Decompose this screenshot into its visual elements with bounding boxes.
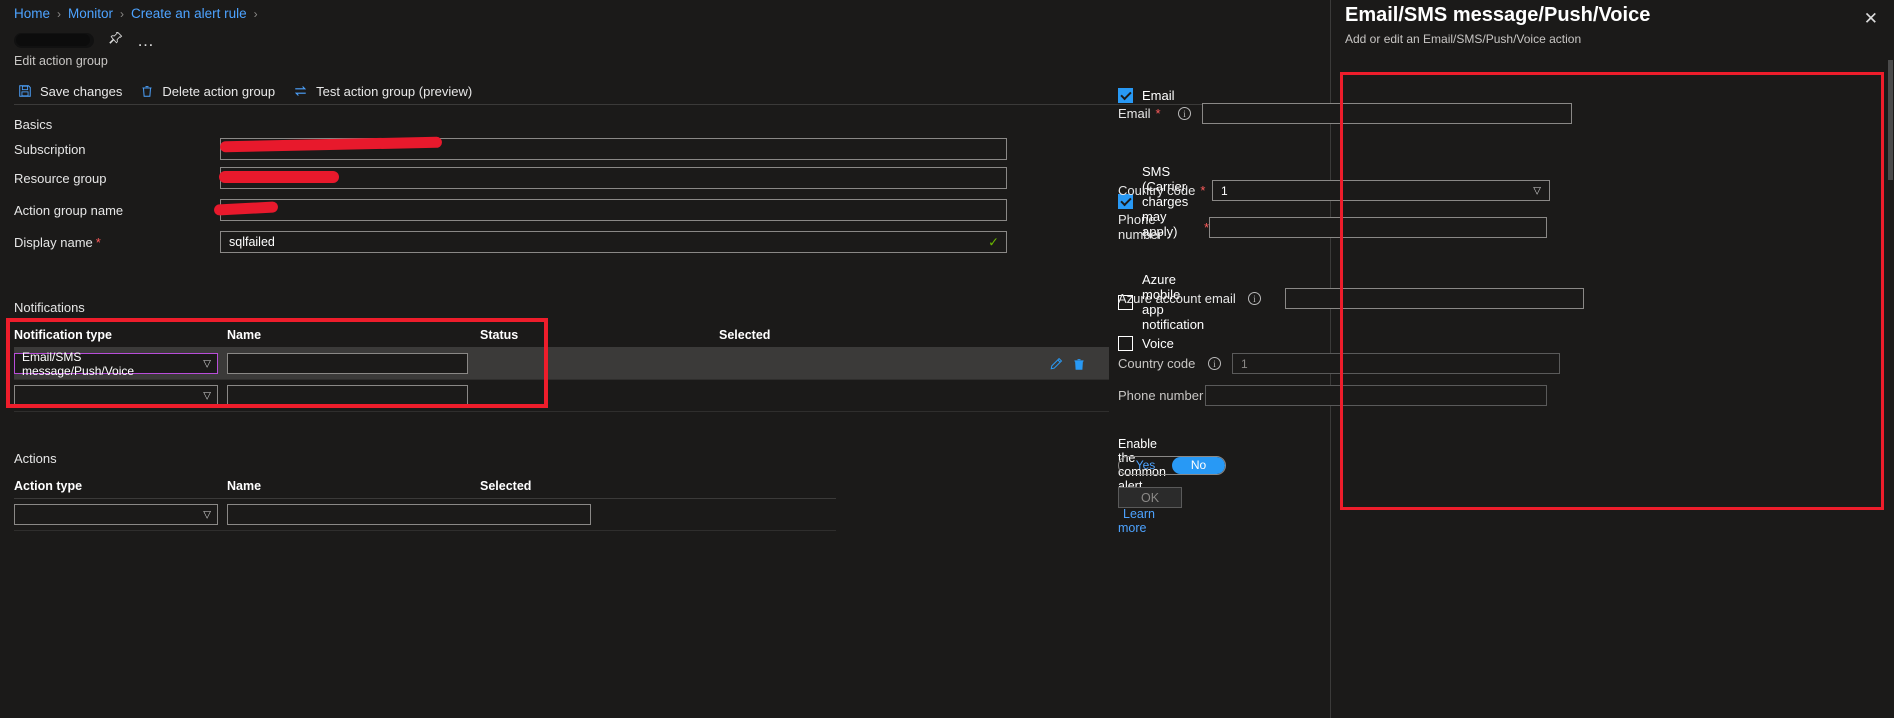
toggle-option-no[interactable]: No [1172,457,1225,474]
sms-country-code-select[interactable]: 1 ▽ [1212,180,1550,201]
email-field-label-text: Email [1118,106,1151,121]
panel-subtitle: Add or edit an Email/SMS/Push/Voice acti… [1345,32,1582,46]
email-checkbox-label: Email [1142,88,1175,103]
voice-country-code-input: 1 [1232,353,1560,374]
pencil-icon[interactable] [1049,357,1063,371]
email-field-label: Email * [1118,106,1178,121]
notification-row-actions [1049,357,1109,371]
sms-phone-input[interactable] [1209,216,1547,238]
common-alert-schema-row: Enable the common alert schema. Learn mo… [1118,437,1166,535]
voice-phone-input [1205,385,1547,406]
voice-checkbox[interactable] [1118,336,1133,351]
required-asterisk: * [1155,106,1161,121]
sms-phone-row: Phone number * [1118,212,1547,242]
voice-phone-row: Phone number [1118,385,1547,406]
info-icon[interactable]: i [1208,357,1221,370]
voice-checkbox-label: Voice [1142,336,1174,351]
required-asterisk: * [1200,183,1206,198]
info-icon[interactable]: i [1248,292,1261,305]
voice-country-code-label-text: Country code [1118,356,1196,371]
panel-body: Email Email * i SMS (Carrier charges may… [0,0,1584,718]
sms-country-code-value: 1 [1221,183,1228,198]
email-checkbox-row[interactable]: Email [1118,88,1175,103]
sms-country-code-label-text: Country code [1118,183,1196,198]
common-alert-schema-toggle[interactable]: Yes No [1118,456,1226,475]
email-field-row: Email * i [1118,103,1572,124]
voice-phone-label-text: Phone number [1118,388,1204,403]
panel-title: Email/SMS message/Push/Voice [1345,4,1651,26]
email-input[interactable] [1202,103,1572,124]
voice-phone-label: Phone number [1118,388,1205,403]
learn-more-link[interactable]: Learn more [1118,507,1155,535]
sms-phone-label: Phone number * [1118,212,1209,242]
voice-country-code-label: Country code [1118,356,1208,371]
azure-account-email-input[interactable] [1285,288,1584,309]
ok-button[interactable]: OK [1118,487,1182,508]
trash-icon[interactable] [1072,357,1086,371]
info-icon[interactable]: i [1178,107,1191,120]
sms-phone-label-text: Phone number [1118,212,1163,242]
azure-account-email-row: Azure account email i [1118,288,1584,309]
column-header-selected: Selected [719,327,771,342]
voice-country-code-row: Country code i 1 [1118,353,1560,374]
validation-check-icon: ✓ [988,234,999,250]
chevron-down-icon: ▽ [1533,185,1541,196]
azure-account-email-label: Azure account email [1118,291,1248,306]
email-checkbox[interactable] [1118,88,1133,103]
panel-scrollbar[interactable] [1888,60,1893,180]
sms-country-code-row: Country code * 1 ▽ [1118,180,1550,201]
sms-country-code-label: Country code * [1118,183,1212,198]
azure-account-email-label-text: Azure account email [1118,291,1236,306]
voice-checkbox-row[interactable]: Voice [1118,336,1174,351]
toggle-option-yes[interactable]: Yes [1119,457,1172,474]
azure-portal-page: Home › Monitor › Create an alert rule › … [0,0,1894,718]
close-icon[interactable]: ✕ [1864,10,1878,27]
